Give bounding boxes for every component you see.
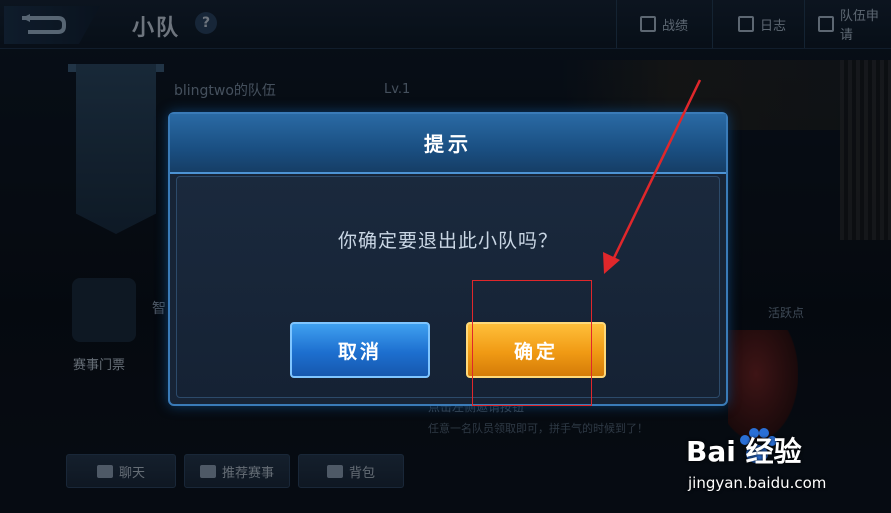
watermark-url: jingyan.baidu.com [688,474,827,492]
watermark-brand: Bai 经验 [686,435,802,468]
